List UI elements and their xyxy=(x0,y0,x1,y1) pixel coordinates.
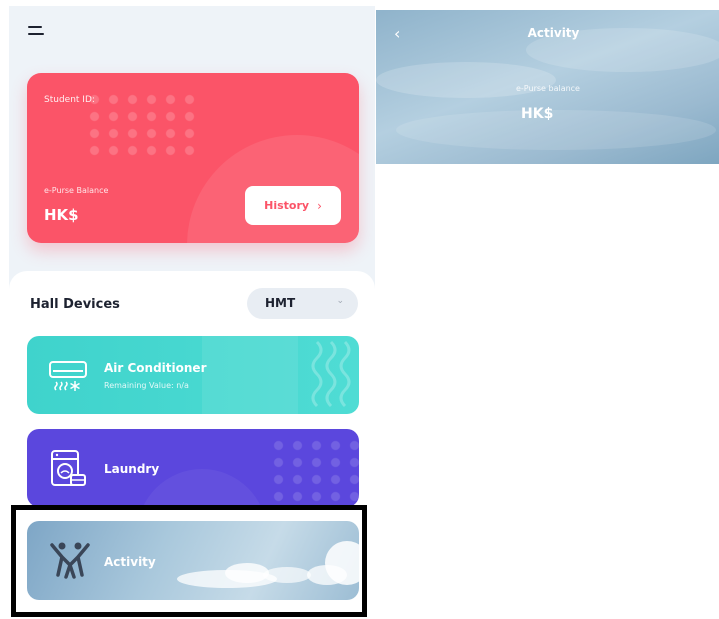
card-dots-decoration xyxy=(85,91,203,161)
epurse-balance-label: e-Purse balance xyxy=(516,84,580,93)
device-remaining-value: Remaining Value: n/a xyxy=(104,381,189,390)
device-name: Air Conditioner xyxy=(104,361,207,375)
chevron-right-icon: › xyxy=(317,198,322,213)
student-id-label: Student ID: xyxy=(44,95,95,105)
activity-people-icon xyxy=(50,542,90,579)
clouds-decoration xyxy=(177,541,359,588)
epurse-balance-label: e-Purse Balance xyxy=(44,186,109,195)
device-name: Laundry xyxy=(104,462,160,476)
washing-machine-icon xyxy=(51,450,86,486)
chevron-down-icon: ⌄ xyxy=(336,296,344,306)
activity-screen-header: ‹ Activity e-Purse balance HK$ xyxy=(376,10,719,164)
history-button[interactable]: History › xyxy=(245,186,341,225)
epurse-balance-value: HK$ xyxy=(44,206,79,224)
page-title: Activity xyxy=(527,26,580,40)
hall-select-value: HMT xyxy=(265,296,296,310)
air-conditioner-icon xyxy=(49,361,87,391)
laundry-dots-decoration xyxy=(269,437,359,503)
home-screen: Student ID: e-Purse Balance HK$ History … xyxy=(9,6,375,619)
history-button-label: History xyxy=(264,199,310,212)
device-name: Activity xyxy=(104,555,156,569)
device-card-laundry[interactable]: Laundry xyxy=(27,429,359,507)
menu-icon[interactable] xyxy=(28,22,48,40)
hall-select-dropdown[interactable]: HMT ⌄ xyxy=(247,288,358,319)
epurse-balance-value: HK$ xyxy=(521,106,554,122)
device-card-activity[interactable]: Activity xyxy=(27,521,359,600)
waves-decoration xyxy=(311,340,351,408)
hall-devices-title: Hall Devices xyxy=(30,297,120,312)
student-card: Student ID: e-Purse Balance HK$ History … xyxy=(27,73,359,243)
device-card-air-conditioner[interactable]: Air Conditioner Remaining Value: n/a xyxy=(27,336,359,414)
